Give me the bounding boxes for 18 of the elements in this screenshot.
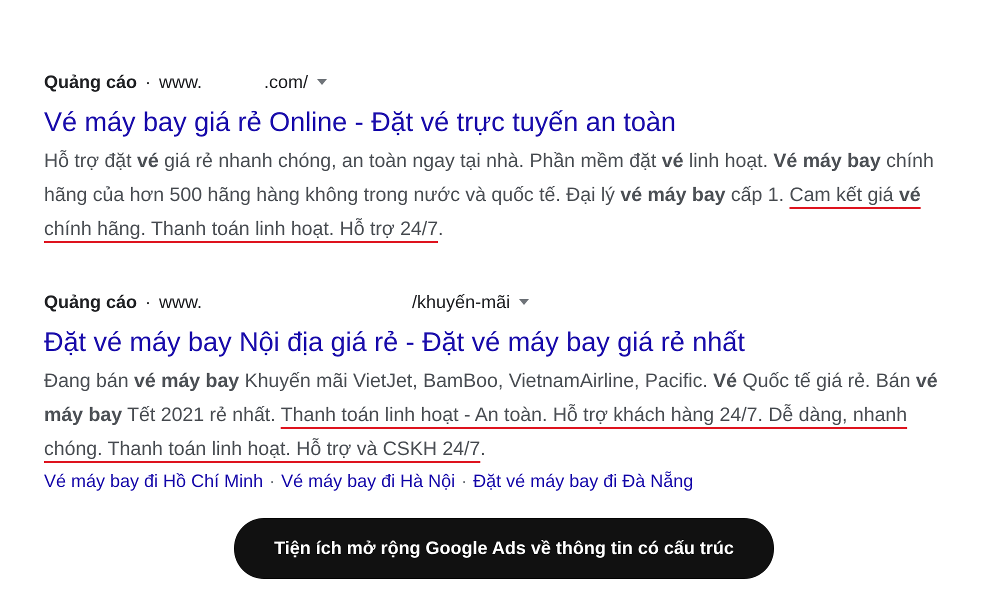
sitelink[interactable]: Đặt vé máy bay đi Đà Nẵng bbox=[473, 466, 694, 496]
ad-label: Quảng cáo bbox=[44, 292, 138, 312]
separator-dot: · bbox=[145, 292, 152, 312]
separator-dot: · bbox=[145, 72, 152, 92]
ad-description: Đang bán vé máy bay Khuyến mãi VietJet, BamBoo, VietnamAirline, Pacific. Vé Quốc tế giá rẻ. Bán vé máy bay Tết 2021 rẻ nhất. Thanh toán linh hoạt - An toàn. Hỗ trợ khách hàng 24/7. Dễ dàng, nhanh chóng. Thanh toán linh hoạt. Hỗ trợ và CSKH 24/7. bbox=[44, 369, 939, 462]
caret-icon[interactable] bbox=[317, 79, 328, 85]
ad-title-link[interactable]: Đặt vé máy bay Nội địa giá rẻ - Đặt vé máy bay giá rẻ nhất bbox=[44, 324, 964, 360]
separator-dot: · bbox=[269, 470, 276, 493]
caret-icon[interactable] bbox=[519, 299, 530, 305]
display-url[interactable]: www. /khuyến-mãi bbox=[159, 292, 510, 312]
caption-banner: Tiện ích mở rộng Google Ads về thông tin có cấu trúc bbox=[234, 518, 774, 579]
sitelink[interactable]: Vé máy bay đi Hà Nội bbox=[281, 466, 456, 496]
display-url[interactable]: www. .com/ bbox=[159, 72, 308, 92]
ad-label: Quảng cáo bbox=[44, 72, 138, 92]
ad-title-link[interactable]: Vé máy bay giá rẻ Online - Đặt vé trực tuyến an toàn bbox=[44, 104, 964, 140]
ad-description: Hỗ trợ đặt vé giá rẻ nhanh chóng, an toàn ngay tại nhà. Phần mềm đặt vé linh hoạt. Vé máy bay chính hãng của hơn 500 hãng hàng không trong nước và quốc tế. Đại lý vé máy bay cấp 1. Cam kết giá vé chính hãng. Thanh toán linh hoạt. Hỗ trợ 24/7. bbox=[44, 149, 935, 242]
sitelink[interactable]: Vé máy bay đi Hồ Chí Minh bbox=[44, 466, 264, 496]
separator-dot: · bbox=[461, 470, 468, 493]
